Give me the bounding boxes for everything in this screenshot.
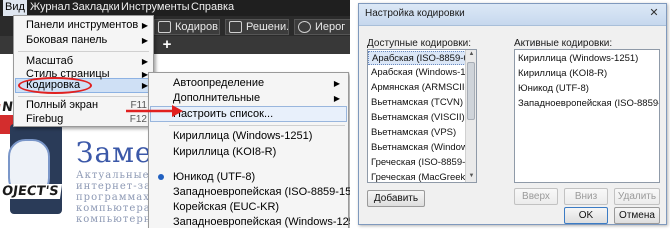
menu-item-label: Полный экран [26, 99, 99, 111]
move-down-button[interactable]: Вниз [564, 188, 608, 205]
list-item[interactable]: Вьетнамская (VPS) [368, 126, 476, 140]
menu-bookmarks[interactable]: Закладки [72, 1, 120, 13]
scrollbar[interactable]: ▲ ▼ [465, 50, 476, 182]
annotation-arrow-icon [126, 105, 183, 117]
menu-item-encoding[interactable]: Кириллица (Windows-1251) [149, 129, 348, 144]
menu-item-sidebar[interactable]: Боковая панель ▶ [14, 33, 153, 48]
cancel-button[interactable]: Отмена [614, 207, 660, 224]
available-encodings-label: Доступные кодировки: [367, 38, 472, 49]
menu-bar: Вид Журнал Закладки Инструменты Справка [0, 0, 350, 16]
scroll-down-icon[interactable]: ▼ [468, 173, 475, 179]
menu-separator [18, 51, 149, 52]
menu-separator [18, 96, 149, 97]
encoding-submenu: Автоопределение ▶ Дополнительные ▶ Настр… [148, 72, 350, 228]
scroll-up-icon[interactable]: ▲ [468, 51, 475, 57]
list-item[interactable]: Армянская (ARMSCII-8) [368, 81, 476, 95]
ok-button[interactable]: OK [564, 207, 608, 224]
menu-item-label: Западноевропейская (ISO-8859-15) [173, 186, 350, 198]
active-encodings-list[interactable]: Кириллица (Windows-1251) Кириллица (KOI8… [514, 49, 660, 183]
active-encodings-label: Активные кодировки: [514, 38, 613, 49]
menu-item-label: Боковая панель [26, 34, 108, 46]
page-text-line: компьютера, [76, 203, 155, 214]
page-icon [229, 21, 242, 33]
tab-label: Решени... [246, 21, 289, 33]
add-button[interactable]: Добавить [367, 190, 425, 207]
menu-item-label: Автоопределение [173, 77, 265, 89]
menu-view[interactable]: Вид [3, 0, 27, 16]
logo-banner-bottom: OJECT'S [0, 184, 62, 199]
encoding-settings-dialog: Настройка кодировки ✕ Доступные кодировк… [358, 3, 667, 225]
menu-help[interactable]: Справка [191, 1, 234, 13]
page-icon [158, 21, 171, 33]
list-item[interactable]: Юникод (UTF-8) [515, 82, 659, 96]
annotation-oval [18, 77, 92, 94]
submenu-arrow-icon: ▶ [141, 36, 148, 45]
dialog-pane: Настройка кодировки ✕ Доступные кодировк… [350, 0, 670, 228]
tab-label: Кодиров... [175, 21, 219, 33]
menu-item-label: Настроить список... [173, 108, 274, 120]
list-item[interactable]: Кириллица (Windows-1251) [515, 52, 659, 66]
menu-separator [169, 125, 345, 126]
menu-tools[interactable]: Инструменты [121, 1, 190, 13]
tab-encoding[interactable]: Кодиров... [154, 19, 220, 35]
tab-hieroglyphs[interactable]: Иерог [294, 19, 350, 35]
submenu-arrow-icon: ▶ [333, 94, 340, 103]
list-item[interactable]: Арабская (ISO-8859-6) [368, 51, 472, 65]
list-item[interactable]: Западноевропейская (ISO-8859-1) [515, 97, 659, 111]
menu-item-label: Корейская (EUC-KR) [173, 201, 280, 213]
menu-item-encoding[interactable]: Корейская (EUC-KR) [149, 200, 348, 215]
list-item[interactable]: Арабская (Windows-1256) [368, 66, 476, 80]
menu-item-label: Юникод (UTF-8) [173, 171, 256, 183]
available-encodings-list[interactable]: Арабская (ISO-8859-6) Арабская (Windows-… [367, 49, 477, 183]
scrollbar-thumb[interactable] [467, 62, 475, 120]
close-icon[interactable]: ✕ [646, 7, 662, 21]
tab-solution[interactable]: Решени... [225, 19, 289, 35]
list-item[interactable]: Вьетнамская (VISCII) [368, 111, 476, 125]
menu-item-autodetect[interactable]: Автоопределение ▶ [149, 76, 348, 91]
menu-item-encoding[interactable]: Западноевропейская (ISO-8859-15) [149, 185, 350, 200]
remove-button[interactable]: Удалить [614, 188, 660, 205]
menu-item-label: Западноевропейская (Windows-1252) [173, 216, 350, 228]
menu-item-label: Кириллица (Windows-1251) [173, 130, 313, 142]
menu-item-label: Кириллица (KOI8-R) [173, 146, 277, 158]
menu-item-label: Firebug [26, 113, 64, 125]
menu-item-encoding[interactable]: Юникод (UTF-8) [149, 170, 348, 185]
menu-item-label: Панели инструментов [26, 19, 139, 31]
clock-icon [298, 21, 311, 33]
list-item[interactable]: Греческая (MacGreek) [368, 171, 476, 182]
list-item[interactable]: Кириллица (KOI8-R) [515, 67, 659, 81]
menu-history[interactable]: Журнал [30, 1, 70, 13]
new-tab-button[interactable]: + [160, 37, 174, 52]
dialog-title: Настройка кодировки [365, 8, 465, 19]
menu-item-label: Масштаб [26, 55, 74, 67]
page-text-line: программах, [76, 192, 155, 203]
menu-item-label: Дополнительные [173, 92, 261, 104]
list-item[interactable]: Вьетнамская (Windows-1258) [368, 141, 476, 155]
browser-window: Вид Журнал Закладки Инструменты Справка … [0, 0, 350, 228]
dialog-titlebar[interactable]: Настройка кодировки ✕ [359, 4, 666, 26]
menu-item-encoding[interactable]: Кириллица (KOI8-R) [149, 145, 348, 160]
menu-item-toolbars[interactable]: Панели инструментов ▶ [14, 18, 153, 33]
list-item[interactable]: Греческая (ISO-8859-7) [368, 156, 476, 170]
page-text-line: компьютерно [76, 214, 159, 225]
tab-label: Иерог [315, 21, 346, 33]
menu-item-encoding[interactable]: Западноевропейская (Windows-1252) [149, 215, 350, 228]
list-item[interactable]: Вьетнамская (TCVN) [368, 96, 476, 110]
submenu-arrow-icon: ▶ [333, 79, 340, 88]
submenu-arrow-icon: ▶ [141, 21, 148, 30]
move-up-button[interactable]: Вверх [514, 188, 558, 205]
